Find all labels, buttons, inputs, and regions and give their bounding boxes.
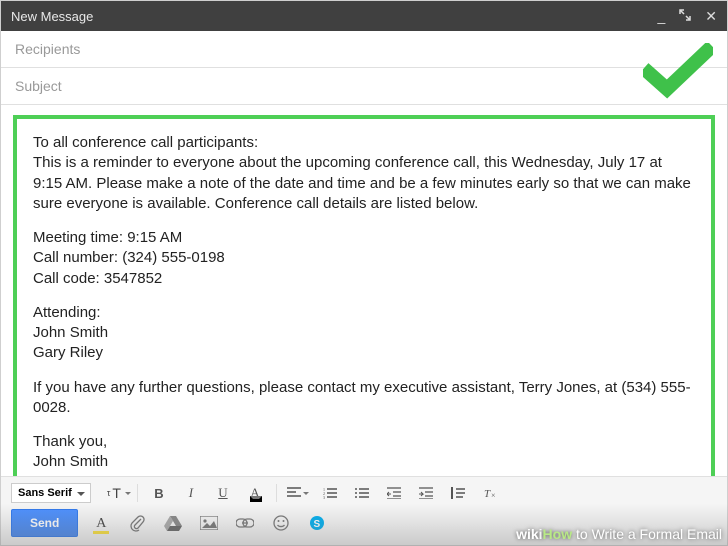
attach-file-button[interactable] (124, 511, 150, 535)
close-icon[interactable]: ✕ (705, 9, 717, 23)
font-family-label: Sans Serif (18, 487, 72, 499)
minimize-icon[interactable]: _ (657, 9, 665, 23)
svg-text:S: S (314, 519, 321, 530)
text-color-button[interactable]: A (244, 483, 266, 503)
checkmark-icon (643, 43, 713, 104)
window-title: New Message (11, 9, 93, 24)
bulleted-list-button[interactable] (351, 483, 373, 503)
subject-field[interactable]: Subject (1, 68, 727, 105)
font-family-select[interactable]: Sans Serif (11, 483, 91, 503)
titlebar: New Message _ ✕ (1, 1, 727, 31)
format-toolbar: Sans Serif τT B I U A 123 (1, 476, 727, 545)
insert-emoji-button[interactable] (268, 511, 294, 535)
svg-text:3: 3 (323, 495, 325, 499)
body-paragraph: Attending: John Smith Gary Riley (33, 303, 695, 364)
indent-less-button[interactable] (383, 483, 405, 503)
italic-button[interactable]: I (180, 483, 202, 503)
window-controls: _ ✕ (657, 9, 717, 23)
separator (276, 484, 277, 502)
quote-button[interactable] (447, 483, 469, 503)
align-button[interactable] (287, 483, 309, 503)
font-size-select[interactable]: τT (101, 484, 138, 502)
underline-button[interactable]: U (212, 483, 234, 503)
recipients-placeholder: Recipients (15, 41, 80, 57)
insert-photo-button[interactable] (196, 511, 222, 535)
bold-button[interactable]: B (148, 483, 170, 503)
numbered-list-button[interactable]: 123 (319, 483, 341, 503)
body-paragraph: If you have any further questions, pleas… (33, 378, 695, 419)
body-paragraph: To all conference call participants: Thi… (33, 133, 695, 214)
indent-more-button[interactable] (415, 483, 437, 503)
format-row: Sans Serif τT B I U A 123 (11, 483, 717, 503)
compose-window: New Message _ ✕ Recipients Subject To al… (0, 0, 728, 546)
svg-text:T: T (484, 488, 491, 499)
subject-placeholder: Subject (15, 78, 62, 94)
insert-drive-button[interactable] (160, 511, 186, 535)
example-body-frame: To all conference call participants: Thi… (13, 115, 715, 476)
skype-button[interactable]: S (304, 511, 330, 535)
message-body-area[interactable]: To all conference call participants: Thi… (1, 105, 727, 476)
send-button[interactable]: Send (11, 509, 78, 537)
body-paragraph: Thank you, John Smith (33, 432, 695, 473)
highlight-A: A (96, 516, 106, 531)
body-paragraph: Meeting time: 9:15 AM Call number: (324)… (33, 228, 695, 289)
insert-link-button[interactable] (232, 511, 258, 535)
expand-icon[interactable] (679, 9, 691, 23)
action-row: Send A S (11, 509, 717, 537)
text-highlight-button[interactable]: A (88, 511, 114, 535)
recipients-field[interactable]: Recipients (1, 31, 727, 68)
remove-formatting-button[interactable]: T× (479, 483, 501, 503)
svg-text:×: × (491, 491, 496, 499)
